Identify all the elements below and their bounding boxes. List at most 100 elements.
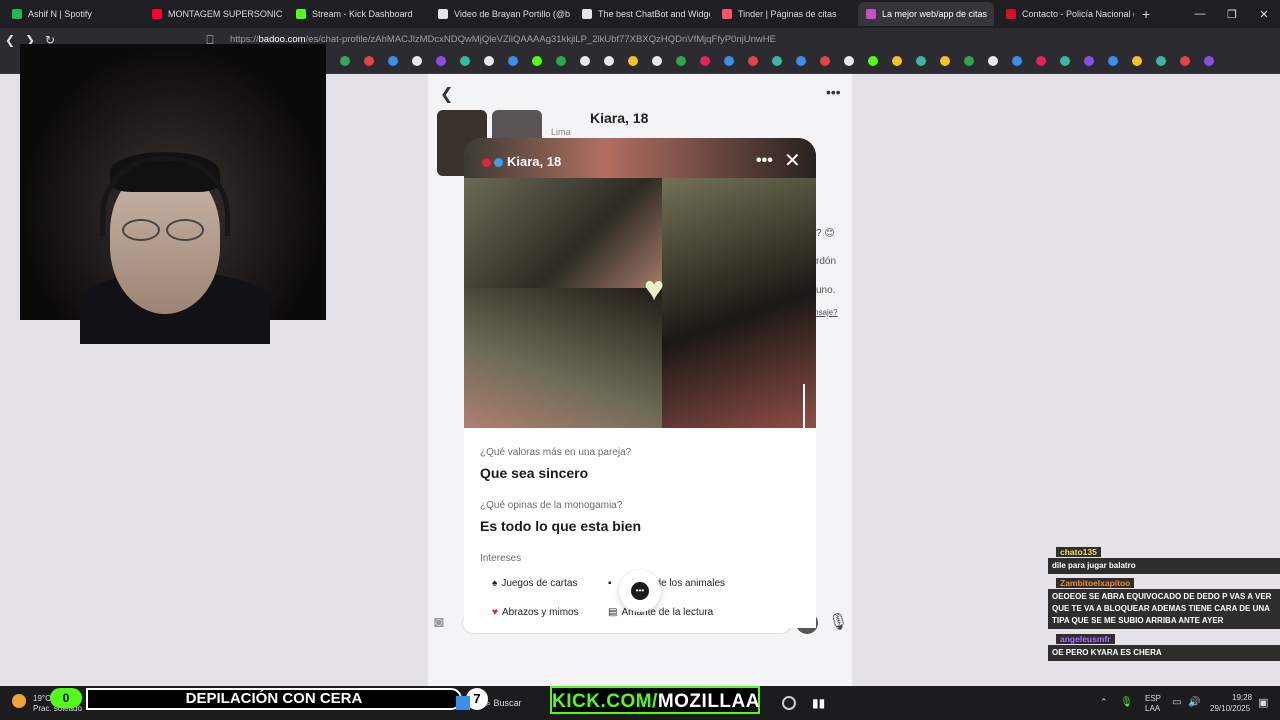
bookmark-icon[interactable] [700, 56, 710, 66]
bookmark-icon[interactable] [892, 56, 902, 66]
tab-label: MONTAGEM SUPERSONIC (Sle [168, 9, 284, 19]
chat-username: Zambitoelxapitoo [1056, 578, 1135, 588]
bookmark-icon[interactable] [628, 56, 638, 66]
bookmark-icon[interactable] [1012, 56, 1022, 66]
chat-back-icon[interactable]: ❮ [440, 84, 453, 104]
bookmark-icon[interactable] [340, 56, 350, 66]
browser-tab[interactable]: The best ChatBot and Widgets [574, 2, 710, 26]
cards-icon: ♠ [492, 578, 498, 589]
browser-tab[interactable]: Stream - Kick Dashboard [288, 2, 426, 26]
profile-photo[interactable]: ♥ [464, 138, 816, 428]
hearts-icon: ♥ [492, 607, 498, 618]
modal-more-icon[interactable]: ••• [756, 152, 773, 170]
chat-bubble-button[interactable]: ••• [619, 570, 661, 612]
bookmark-icon[interactable] [580, 56, 590, 66]
browser-tab[interactable]: Contacto - Policía Nacional del [998, 2, 1134, 26]
bookmark-icon[interactable] [484, 56, 494, 66]
bookmark-icon[interactable] [364, 56, 374, 66]
chat-header-name[interactable]: Kiara, 18 [590, 110, 648, 126]
bookmark-icon[interactable] [1084, 56, 1094, 66]
new-tab-button[interactable]: + [1142, 6, 1150, 22]
modal-close-icon[interactable]: ✕ [784, 148, 801, 173]
notifications-icon[interactable]: ▣ [1258, 696, 1268, 709]
photo-tile [464, 178, 662, 288]
bookmark-icon[interactable] [772, 56, 782, 66]
tab-favicon-icon [722, 9, 732, 19]
webcam-glasses [122, 219, 212, 241]
tab-close-icon[interactable]: ✕ [987, 9, 994, 20]
browser-tab[interactable]: Ashif N | Spotify [4, 2, 140, 26]
photo-tile [464, 288, 662, 428]
verified-icon [494, 158, 503, 167]
back-icon[interactable]: ❮ [0, 33, 20, 47]
lang-bottom[interactable]: LAA [1145, 704, 1160, 713]
close-window-icon[interactable]: ✕ [1248, 8, 1280, 21]
bookmark-icon[interactable] [460, 56, 470, 66]
taskbar-search[interactable]: ⌕ Buscar [486, 698, 522, 709]
minimize-icon[interactable]: — [1184, 8, 1216, 20]
audio-app-icon[interactable]: ▮▮ [812, 696, 825, 710]
bookmark-icon[interactable] [532, 56, 542, 66]
browser-tab[interactable]: La mejor web/app de citas✕ [858, 2, 994, 26]
bookmark-icon[interactable] [1036, 56, 1046, 66]
tray-chevron-icon[interactable]: ⌃ [1100, 697, 1108, 708]
bookmark-icon[interactable] [412, 56, 422, 66]
bookmark-icon[interactable] [1132, 56, 1142, 66]
interest-chip: ♥ Abrazos y mimos [492, 607, 579, 618]
kick-channel-name: MOZILLAA [657, 691, 760, 712]
bookmark-icon[interactable] [508, 56, 518, 66]
bookmark-icon[interactable] [556, 56, 566, 66]
volume-icon[interactable]: 🔊 [1188, 697, 1200, 708]
browser-tab[interactable]: Tinder | Páginas de citas [714, 2, 854, 26]
counter-badge: 0 [50, 688, 82, 708]
url-bar[interactable]: https://badoo.com/es/chat-profile/zAhMAC… [230, 31, 950, 49]
tab-label: Contacto - Policía Nacional del [1022, 9, 1134, 19]
weather-icon[interactable] [12, 694, 26, 708]
tab-label: Video de Brayan Portillo (@bra [454, 9, 570, 19]
tab-strip: Ashif N | Spotify MONTAGEM SUPERSONIC (Sl… [0, 0, 1280, 28]
microphone-icon[interactable]: 🎙 [828, 612, 848, 632]
interest-label: de los animales [655, 578, 726, 589]
bookmark-icon[interactable] [604, 56, 614, 66]
clock-time[interactable]: 19:28 [1232, 693, 1252, 702]
kick-prefix: KICK.COM/ [552, 691, 658, 712]
interests-label: Intereses [480, 553, 522, 564]
bookmark-icon[interactable] [868, 56, 878, 66]
chat-message-link[interactable]: nsaje? [814, 308, 838, 317]
mic-tray-icon[interactable]: 🎙 [1120, 697, 1133, 708]
bookmark-icon[interactable] [1180, 56, 1190, 66]
clock-date[interactable]: 29/10/2025 [1210, 704, 1250, 713]
question-label: ¿Qué opinas de la monogamia? [480, 500, 623, 511]
network-icon[interactable]: ▭ [1172, 697, 1181, 708]
bookmark-icon[interactable] [964, 56, 974, 66]
bookmark-icon[interactable] [988, 56, 998, 66]
interest-label: Juegos de cartas [501, 578, 578, 589]
maximize-icon[interactable]: ❐ [1216, 8, 1248, 21]
bookmark-icon[interactable] [1060, 56, 1070, 66]
paw-icon: ▪ [608, 578, 612, 589]
bookmark-icon[interactable] [1108, 56, 1118, 66]
bookmark-icon[interactable] [1204, 56, 1214, 66]
chat-more-icon[interactable]: ••• [826, 84, 841, 100]
browser-tab[interactable]: MONTAGEM SUPERSONIC (Sle [144, 2, 284, 26]
bookmark-icon[interactable] [676, 56, 686, 66]
bookmark-icon[interactable] [652, 56, 662, 66]
bookmark-icon[interactable] [748, 56, 758, 66]
bookmark-icon[interactable] [388, 56, 398, 66]
bookmark-icon[interactable] [916, 56, 926, 66]
browser-tab[interactable]: Video de Brayan Portillo (@bra [430, 2, 570, 26]
app-icon[interactable] [782, 696, 796, 710]
bookmark-icon[interactable] [1156, 56, 1166, 66]
camera-icon[interactable]: ◙ [434, 614, 444, 632]
lang-top[interactable]: ESP [1145, 694, 1161, 703]
bookmark-icon[interactable] [724, 56, 734, 66]
bookmark-icon[interactable] [844, 56, 854, 66]
bookmark-icon[interactable] [820, 56, 830, 66]
question-answer: Que sea sincero [480, 465, 589, 481]
windows-start-icon[interactable] [456, 696, 470, 710]
tab-label: The best ChatBot and Widgets [598, 9, 710, 19]
bookmark-icon[interactable] [436, 56, 446, 66]
tab-label: La mejor web/app de citas [882, 9, 988, 19]
bookmark-icon[interactable] [940, 56, 950, 66]
bookmark-icon[interactable] [796, 56, 806, 66]
